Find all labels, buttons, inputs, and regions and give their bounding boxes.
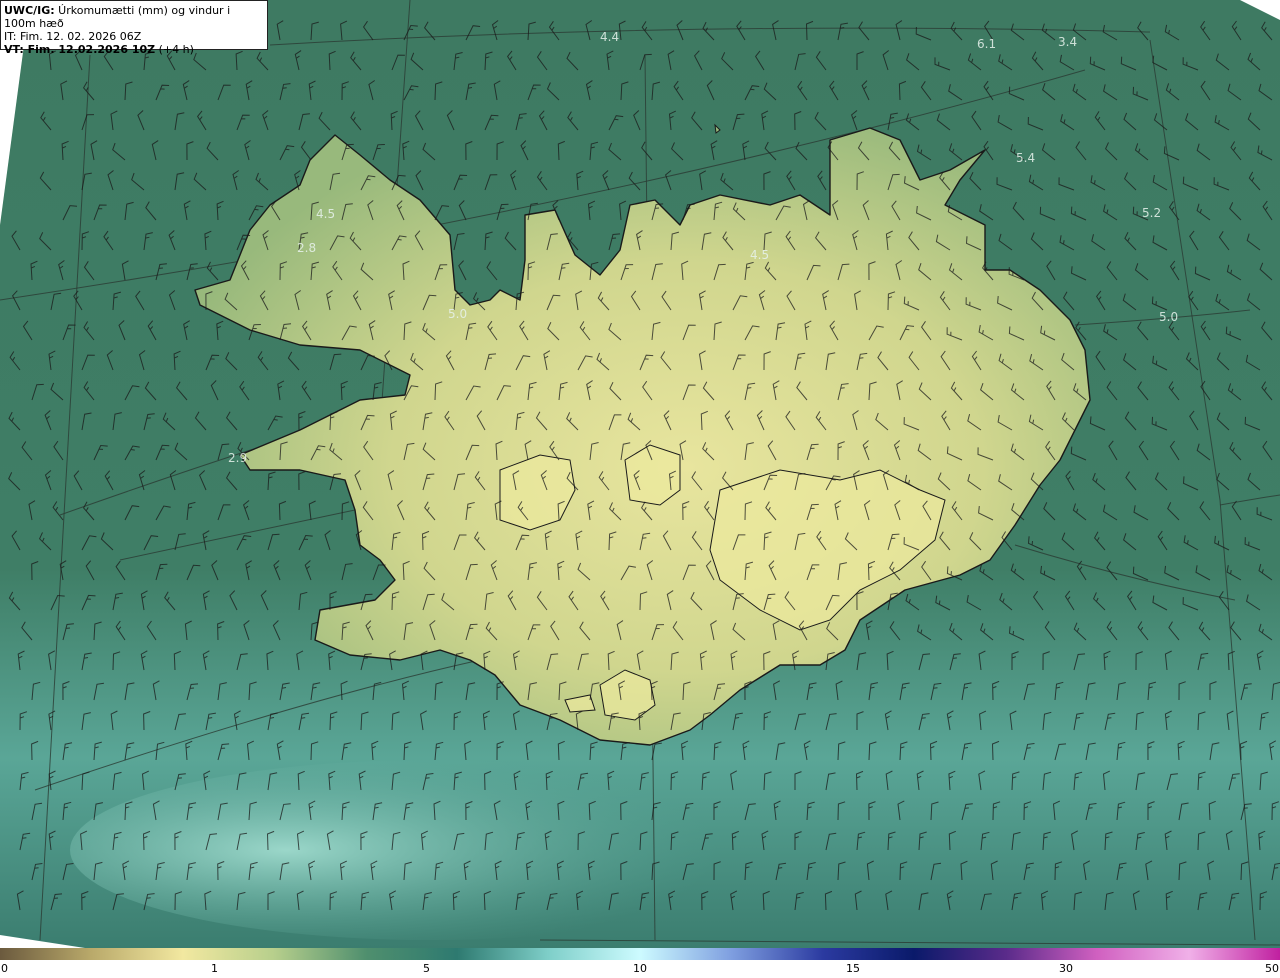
point-label: 5.0 [448,307,467,321]
colorbar-tick: 5 [423,962,430,975]
precipitation-wind-map: 4.4 6.1 3.4 5.4 5.2 4.5 2.8 5.0 4.5 5.0 … [0,0,1280,948]
colorbar-tick: 50 [1265,962,1279,975]
point-label: 5.0 [1159,310,1178,324]
map-header: UWC/IG: Úrkomumætti (mm) og vindur i 100… [0,0,268,56]
initial-time: IT: Fim. 12. 02. 2026 06Z [4,30,142,43]
point-label: 4.4 [600,30,619,44]
point-label: 2.9 [228,451,247,465]
point-label: 4.5 [316,207,335,221]
south-precip-band [70,760,790,940]
point-label: 4.5 [750,248,769,262]
colorbar-tick: 10 [633,962,647,975]
valid-time: VT: Fim. 12.02.2026 10Z [4,43,156,56]
point-label: 5.4 [1016,151,1035,165]
header-line-1: UWC/IG: Úrkomumætti (mm) og vindur i 100… [4,4,264,30]
colorbar-tick: 0 [1,962,8,975]
point-label: 5.2 [1142,206,1161,220]
colorbar-tick: 30 [1059,962,1073,975]
point-label: 3.4 [1058,35,1077,49]
colorbar-tick: 1 [211,962,218,975]
colorbar [0,948,1280,960]
model-id: UWC/IG: [4,4,55,17]
header-line-3: VT: Fim. 12.02.2026 10Z (+4 h) [4,43,264,56]
forecast-offset: (+4 h) [155,43,194,56]
point-label: 6.1 [977,37,996,51]
point-label: 2.8 [297,241,316,255]
colorbar-labels: 0 1 5 10 15 30 50 [0,962,1280,978]
colorbar-tick: 15 [846,962,860,975]
